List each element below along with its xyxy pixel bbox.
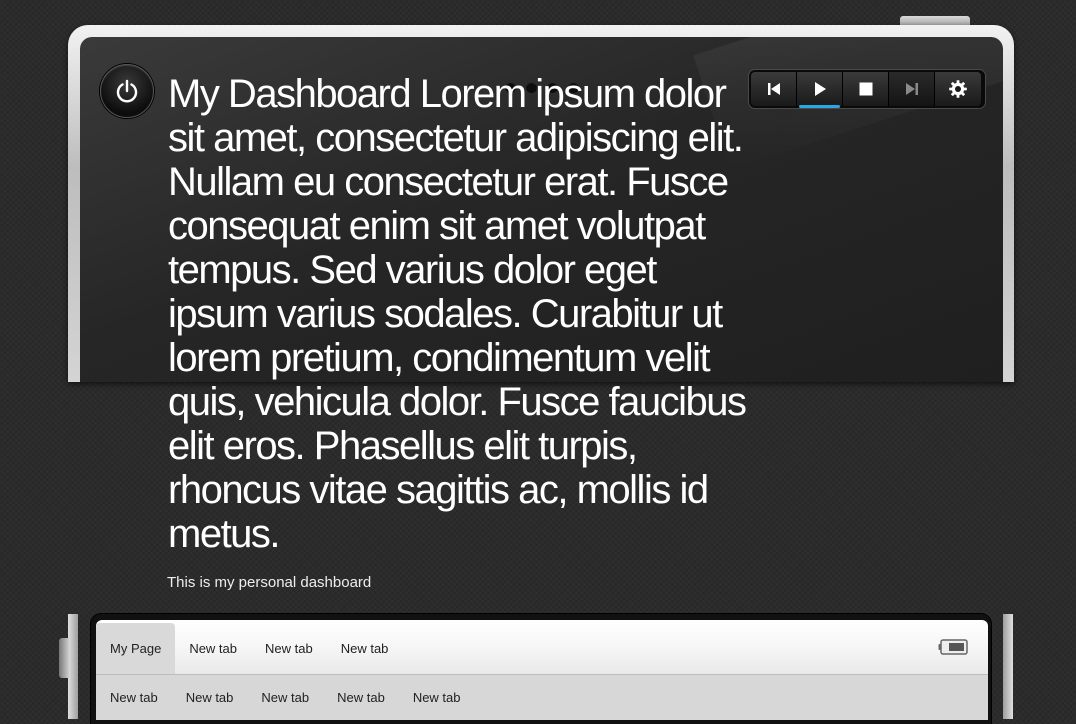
tab-bar-secondary: New tab New tab New tab New tab New tab [96, 674, 988, 720]
stop-button[interactable] [843, 72, 889, 106]
device-rail-right [1003, 614, 1013, 719]
stop-icon [859, 82, 872, 96]
skip-next-icon [905, 83, 918, 95]
play-icon [814, 82, 826, 96]
tab-new[interactable]: New tab [175, 620, 251, 674]
power-button[interactable] [100, 64, 154, 118]
next-button[interactable] [889, 72, 935, 106]
tab-new[interactable]: New tab [96, 675, 172, 720]
tab-new[interactable]: New tab [399, 675, 475, 720]
tab-new[interactable]: New tab [323, 675, 399, 720]
page-subtitle: This is my personal dashboard [167, 574, 372, 591]
gear-icon [949, 80, 967, 98]
battery-icon [938, 639, 968, 655]
tab-bar-primary: My Page New tab New tab New tab [96, 620, 988, 674]
page-title: My Dashboard Lorem ipsum dolor sit amet,… [168, 72, 747, 556]
settings-button[interactable] [935, 72, 981, 106]
media-controls [749, 70, 985, 108]
tab-new[interactable]: New tab [172, 675, 248, 720]
device-rail-left [68, 614, 78, 719]
skip-previous-icon [767, 83, 780, 95]
side-handle[interactable] [59, 638, 69, 678]
tab-my-page[interactable]: My Page [96, 623, 176, 674]
tab-new[interactable]: New tab [327, 620, 403, 674]
tab-new[interactable]: New tab [251, 620, 327, 674]
tab-new[interactable]: New tab [247, 675, 323, 720]
play-button[interactable] [797, 72, 843, 108]
power-icon [116, 79, 138, 103]
